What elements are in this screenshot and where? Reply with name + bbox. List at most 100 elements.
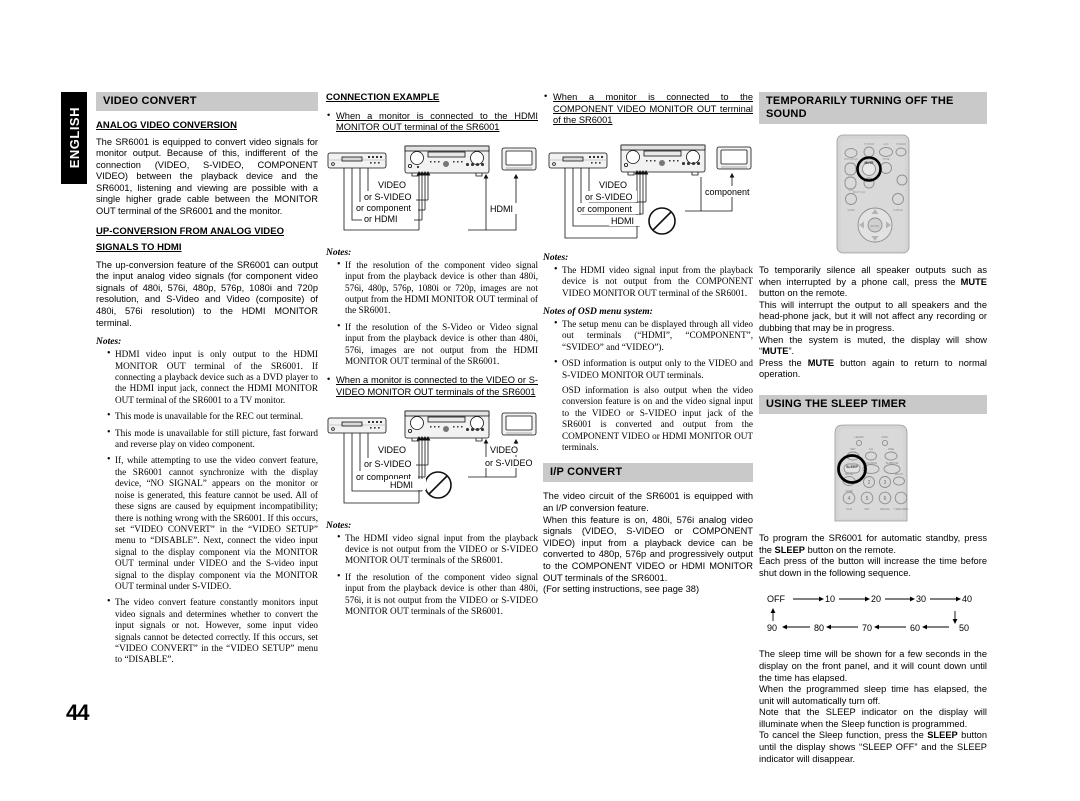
svg-text:CLR: CLR	[846, 507, 852, 511]
paragraph-mute-1: To temporarily silence all speaker outpu…	[759, 265, 987, 300]
paragraph-ip-convert-1: The video circuit of the SR6001 is equip…	[543, 491, 753, 514]
svg-text:DISC: DISC	[882, 435, 889, 439]
mute-keyword: MUTE	[960, 276, 987, 287]
prohibition-icon	[424, 470, 452, 499]
diagram-video-svideo-svg: VIDEO or S-VIDEO or component HDMI VIDEO…	[327, 410, 537, 503]
subheading-analog-video-conversion: ANALOG VIDEO CONVERSION	[96, 120, 238, 131]
svg-text:SURROW: SURROW	[886, 461, 899, 465]
notes-list-c3: The HDMI video signal input from the pla…	[543, 264, 753, 299]
paragraph-sleep-5: Note that the SLEEP indicator on the dis…	[759, 707, 987, 729]
note-item-text: OSD information is output only to the VI…	[562, 358, 753, 380]
svg-text:MULTI: MULTI	[895, 472, 903, 476]
caption-hdmi-monitor-out: When a monitor is connected to the HDMI …	[326, 109, 538, 134]
svg-text:CIRCLE: CIRCLE	[893, 208, 903, 212]
paragraph-ip-convert-2: When this feature is on, 480i, 576i anal…	[543, 514, 753, 583]
column-mute-sleep: TEMPORARILY TURNING OFF THE SOUND T/V/DV…	[759, 92, 987, 765]
note-item: The setup menu can be displayed through …	[554, 318, 753, 353]
paragraph-sleep-6: To cancel the Sleep function, press the …	[759, 730, 987, 765]
diagram-hdmi-svg: VIDEO or S-VIDEO or component or HDMI HD…	[327, 145, 537, 231]
diagram-component-connection: VIDEO or S-VIDEO or component HDMI compo…	[543, 133, 753, 245]
notes-list-c2a: If the resolution of the component video…	[326, 259, 538, 368]
note-item: If, while attempting to use the video co…	[107, 454, 318, 592]
diagram-label-video: VIDEO	[378, 180, 406, 190]
note-item: This mode is unavailable for the REC out…	[107, 410, 318, 422]
notes-label-c2b: Notes:	[326, 520, 352, 531]
note-item: The video convert feature constantly mon…	[107, 596, 318, 665]
manual-page: ENGLISH VIDEO CONVERT ANALOG VIDEO CONVE…	[0, 0, 1080, 801]
caption-video-svideo-text: When a monitor is connected to the VIDEO…	[336, 375, 538, 397]
note-item: HDMI video input is only output to the H…	[107, 348, 318, 406]
note-item: If the resolution of the component video…	[337, 259, 538, 317]
sleep-sequence-svg: OFF 10 20 30 40 90 80 70 60 50	[767, 594, 972, 633]
svg-text:DSS SCAN: DSS SCAN	[844, 157, 857, 161]
svg-text:ENTER: ENTER	[871, 224, 880, 228]
caption-component-text: When a monitor is connected to the COMPO…	[553, 92, 753, 126]
svg-text:T-RECORD: T-RECORD	[894, 507, 909, 511]
prohibition-icon	[648, 206, 676, 235]
diagram-label-hdmi: HDMI	[611, 216, 634, 226]
diagram-label-hdmi: HDMI	[390, 480, 413, 490]
diagram-label-component-out: component	[705, 187, 750, 197]
sleep-keyword: SLEEP	[774, 544, 805, 555]
seq-label-10: 10	[825, 594, 835, 604]
seq-label-70: 70	[862, 623, 872, 633]
paragraph-mute-3: When the system is muted, the display wi…	[759, 335, 987, 358]
mute-p4a: Press the	[759, 357, 808, 368]
svg-text:CH: CH	[869, 447, 873, 451]
diagram-label-component: or component	[356, 203, 412, 213]
svg-text:LEARN: LEARN	[854, 435, 863, 439]
svg-text:SAT: SAT	[864, 507, 870, 511]
notes-list-osd: The setup menu can be displayed through …	[543, 318, 753, 453]
language-tab-label: ENGLISH	[66, 107, 82, 169]
svg-text:TUNE: TUNE	[882, 157, 889, 161]
subheading-upconversion-line1: UP-CONVERSION FROM ANALOG VIDEO	[96, 225, 285, 237]
note-item-extra: OSD information is also output when the …	[562, 385, 753, 453]
paragraph-sleep-4: When the programmed sleep time has elaps…	[759, 684, 987, 706]
mute-keyword: MUTE	[762, 346, 789, 357]
mute-keyword: MUTE	[807, 357, 835, 368]
seq-label-20: 20	[871, 594, 881, 604]
svg-text:ONE: ONE	[888, 447, 894, 451]
column-video-convert: VIDEO CONVERT ANALOG VIDEO CONVERSION Th…	[96, 92, 318, 672]
paragraph-mute-2: This will interrupt the output to all sp…	[759, 299, 987, 333]
remote-image-sleep: LEARN DISC SET CH ONE SOURCE SURROW MUTE…	[759, 423, 987, 523]
page-number: 44	[66, 700, 90, 725]
note-item: The HDMI video signal input from the pla…	[554, 264, 753, 299]
paragraph-ip-convert-3: (For setting instructions, see page 38)	[543, 584, 700, 595]
diagram-video-svideo-connection: VIDEO or S-VIDEO or component HDMI VIDEO…	[326, 405, 538, 513]
notes-label-c1: Notes:	[96, 337, 122, 348]
paragraph-sleep-1: To program the SR6001 for automatic stan…	[759, 533, 987, 556]
svg-text:4: 4	[848, 496, 851, 502]
svg-text:SOURCE: SOURCE	[865, 461, 877, 465]
notes-list-c2b: The HDMI video signal input from the pla…	[326, 532, 538, 618]
caption-video-svideo-monitor-out: When a monitor is connected to the VIDEO…	[326, 374, 538, 398]
mute-p1a: To temporarily silence all speaker outpu…	[759, 265, 987, 287]
diagram-label-component: or component	[577, 204, 633, 214]
sleep-p6a: To cancel the Sleep function, press the	[759, 730, 928, 741]
paragraph-sleep-3: The sleep time will be shown for a few s…	[759, 649, 987, 683]
column-connection-example: CONNECTION EXAMPLE When a monitor is con…	[326, 92, 538, 623]
seq-label-30: 30	[916, 594, 926, 604]
notes-label-c3: Notes:	[543, 252, 569, 263]
subheading-upconversion-line2: SIGNALS TO HDMI	[96, 242, 182, 254]
svg-text:SURR: SURR	[847, 208, 854, 212]
column-component-and-ip: When a monitor is connected to the COMPO…	[543, 91, 753, 596]
diagram-label-video: VIDEO	[599, 180, 627, 190]
diagram-label-video: VIDEO	[378, 445, 406, 455]
sleep-p1c: button on the remote.	[805, 544, 896, 555]
section-header-ip-convert: I/P CONVERT	[543, 463, 753, 483]
seq-label-90: 90	[767, 623, 777, 633]
svg-text:3: 3	[884, 480, 887, 486]
diagram-label-hdmi: or HDMI	[364, 214, 398, 224]
paragraph-sleep-2: Each press of the button will increase t…	[759, 556, 987, 578]
svg-text:SET: SET	[850, 447, 856, 451]
diagram-label-svideo: or S-VIDEO	[364, 192, 412, 202]
notes-label-osd: Notes of OSD menu system:	[543, 307, 653, 317]
diagram-label-svideo: or S-VIDEO	[585, 192, 633, 202]
svg-text:T/V/DVD: T/V/DVD	[864, 142, 874, 146]
svg-text:TUNE: TUNE	[845, 489, 853, 493]
svg-text:SIGNAL: SIGNAL	[880, 507, 891, 511]
paragraph-upconversion: The up-conversion feature of the SR6001 …	[96, 259, 318, 328]
section-header-connection-example: CONNECTION EXAMPLE	[326, 92, 440, 103]
remote-mute-svg: T/V/DVD AUX POWER DSS SCAN CH/PRE TUNE M…	[836, 134, 910, 254]
